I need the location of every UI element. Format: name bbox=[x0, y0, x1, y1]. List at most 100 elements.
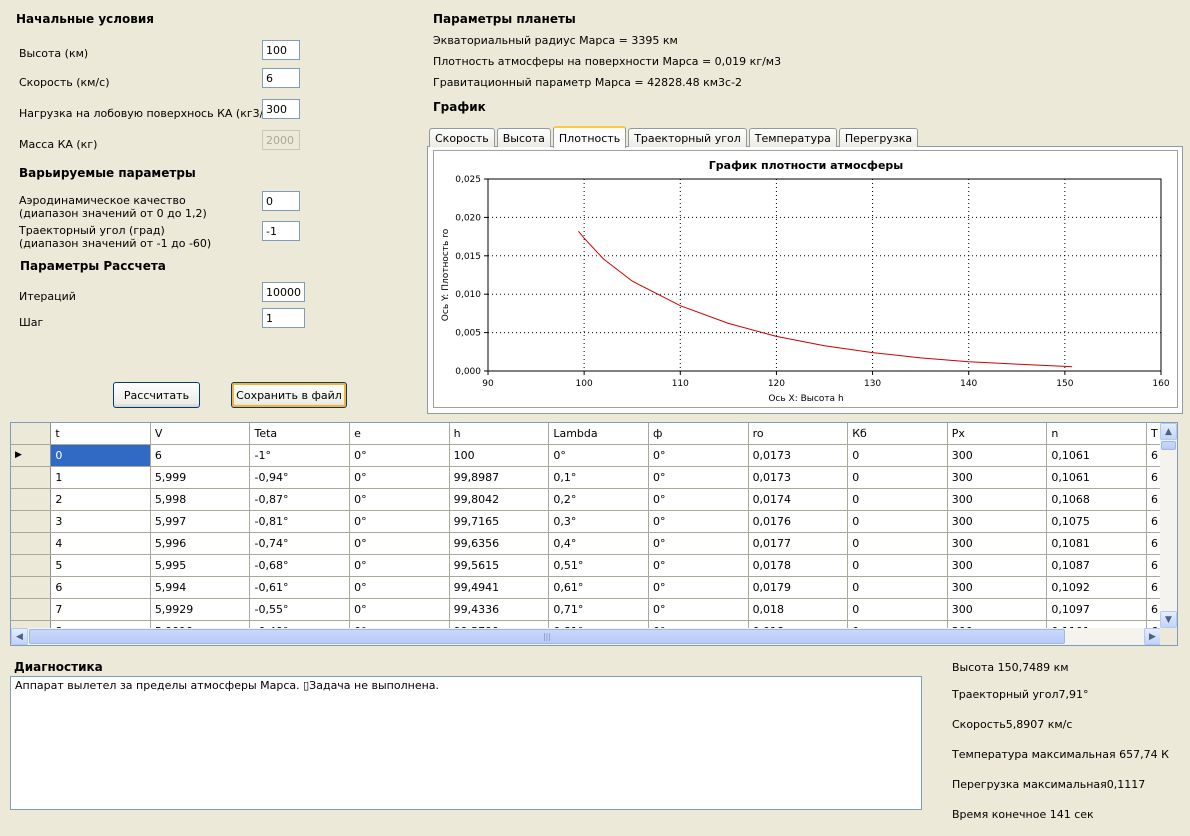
table-cell[interactable]: 0° bbox=[349, 444, 450, 467]
table-cell[interactable]: 300 bbox=[947, 576, 1048, 599]
table-cell[interactable]: 0° bbox=[349, 466, 450, 489]
table-cell[interactable]: 99,6356 bbox=[449, 532, 550, 555]
tab-density[interactable]: Плотность bbox=[552, 126, 627, 148]
table-cell[interactable]: 300 bbox=[947, 510, 1048, 533]
table-cell[interactable]: 0,1061 bbox=[1046, 466, 1147, 489]
speed-input[interactable] bbox=[262, 68, 300, 88]
tab-speed[interactable]: Скорость bbox=[429, 128, 495, 147]
table-cell[interactable]: 300 bbox=[947, 444, 1048, 467]
table-cell[interactable]: 0,1092 bbox=[1046, 576, 1147, 599]
table-cell[interactable]: 0° bbox=[648, 510, 749, 533]
table-cell[interactable]: 0,61° bbox=[548, 576, 650, 599]
table-row[interactable]: 2 5,998 -0,87° 0° 99,8042 0,2° 0° 0,0174 0 300 0,1… bbox=[11, 488, 1177, 511]
table-cell[interactable]: 100 bbox=[449, 444, 550, 467]
table-cell[interactable]: 0° bbox=[648, 598, 749, 621]
table-cell[interactable]: 3 bbox=[50, 510, 151, 533]
table-cell[interactable]: 0° bbox=[349, 510, 450, 533]
aero-quality-input[interactable] bbox=[262, 191, 300, 211]
scroll-right-icon[interactable]: ▶ bbox=[1144, 628, 1161, 645]
table-vertical-scrollbar[interactable]: ▲ ▼ bbox=[1160, 423, 1177, 628]
table-cell[interactable]: 0,1075 bbox=[1046, 510, 1147, 533]
column-header[interactable]: Кб bbox=[847, 423, 948, 445]
scroll-down-icon[interactable]: ▼ bbox=[1160, 611, 1177, 628]
row-header[interactable] bbox=[11, 576, 52, 599]
table-cell[interactable]: -0,68° bbox=[249, 554, 351, 577]
row-header[interactable] bbox=[11, 488, 52, 511]
table-cell[interactable]: 0,018 bbox=[748, 598, 849, 621]
column-header[interactable]: Teta bbox=[249, 423, 351, 445]
height-input[interactable] bbox=[262, 40, 300, 60]
table-cell[interactable]: 300 bbox=[947, 554, 1048, 577]
results-table[interactable]: t V Teta e h Lambda ф ro Кб Px n T ▶ 0 6 -1° 0° 100 0° 0° 0… bbox=[10, 422, 1178, 646]
table-horizontal-scrollbar[interactable]: ◀ ||| ▶ bbox=[11, 628, 1161, 645]
table-cell[interactable]: 0° bbox=[349, 488, 450, 511]
table-cell[interactable]: 0,0174 bbox=[748, 488, 849, 511]
table-cell[interactable]: 0 bbox=[847, 488, 948, 511]
table-cell[interactable]: 0° bbox=[648, 532, 749, 555]
column-header[interactable]: h bbox=[449, 423, 550, 445]
row-header[interactable] bbox=[11, 532, 52, 555]
table-cell[interactable]: 0° bbox=[648, 466, 749, 489]
table-row[interactable]: 5 5,995 -0,68° 0° 99,5615 0,51° 0° 0,0178 0 300 0,… bbox=[11, 554, 1177, 577]
horizontal-scroll-thumb[interactable]: ||| bbox=[29, 629, 1065, 644]
table-cell[interactable]: 0 bbox=[847, 444, 948, 467]
table-cell[interactable]: 0 bbox=[847, 510, 948, 533]
table-cell[interactable]: 0,0173 bbox=[748, 466, 849, 489]
table-cell[interactable]: 0 bbox=[847, 576, 948, 599]
table-cell[interactable]: 0° bbox=[349, 532, 450, 555]
table-cell[interactable]: -0,61° bbox=[249, 576, 351, 599]
table-cell[interactable]: 0 bbox=[847, 598, 948, 621]
table-cell[interactable]: 0 bbox=[50, 444, 151, 467]
table-cell[interactable]: 0,51° bbox=[548, 554, 650, 577]
table-cell[interactable]: -0,55° bbox=[249, 598, 351, 621]
table-cell[interactable]: 0,1087 bbox=[1046, 554, 1147, 577]
tab-trajectory-angle[interactable]: Траекторный угол bbox=[628, 128, 747, 147]
vertical-scroll-thumb[interactable] bbox=[1161, 441, 1176, 450]
table-cell[interactable]: 0,0173 bbox=[748, 444, 849, 467]
tab-overload[interactable]: Перегрузка bbox=[838, 128, 919, 147]
table-row[interactable]: 4 5,996 -0,74° 0° 99,6356 0,4° 0° 0,0177 0 300 0,1… bbox=[11, 532, 1177, 555]
table-cell[interactable]: 5,995 bbox=[150, 554, 251, 577]
table-cell[interactable]: 0° bbox=[349, 576, 450, 599]
table-cell[interactable]: 0° bbox=[548, 444, 650, 467]
table-cell[interactable]: -0,94° bbox=[249, 466, 351, 489]
column-header[interactable]: ro bbox=[748, 423, 849, 445]
table-cell[interactable]: 0,2° bbox=[548, 488, 650, 511]
table-cell[interactable]: 0,0176 bbox=[748, 510, 849, 533]
table-cell[interactable]: 0,0179 bbox=[748, 576, 849, 599]
table-cell[interactable]: 0,1061 bbox=[1046, 444, 1147, 467]
table-row[interactable]: 1 5,999 -0,94° 0° 99,8987 0,1° 0° 0,0173 0 300 0,1… bbox=[11, 466, 1177, 489]
table-cell[interactable]: 300 bbox=[947, 466, 1048, 489]
column-header[interactable]: Px bbox=[947, 423, 1048, 445]
table-cell[interactable]: 0,1081 bbox=[1046, 532, 1147, 555]
table-cell[interactable]: 0,0178 bbox=[748, 554, 849, 577]
row-header[interactable] bbox=[11, 510, 52, 533]
table-cell[interactable]: 5 bbox=[50, 554, 151, 577]
table-row[interactable]: 6 5,994 -0,61° 0° 99,4941 0,61° 0° 0,0179 0 300 0,… bbox=[11, 576, 1177, 599]
table-cell[interactable]: 6 bbox=[50, 576, 151, 599]
table-cell[interactable]: 5,9929 bbox=[150, 598, 251, 621]
table-cell[interactable]: -0,87° bbox=[249, 488, 351, 511]
column-header[interactable]: Lambda bbox=[548, 423, 650, 445]
table-cell[interactable]: 99,4336 bbox=[449, 598, 550, 621]
table-cell[interactable]: 0° bbox=[648, 554, 749, 577]
table-cell[interactable]: 0 bbox=[847, 532, 948, 555]
table-cell[interactable]: 5,994 bbox=[150, 576, 251, 599]
tab-height[interactable]: Высота bbox=[496, 128, 551, 147]
table-row[interactable]: ▶ 0 6 -1° 0° 100 0° 0° 0,0173 0 300 0,1061 6 bbox=[11, 444, 1177, 467]
table-cell[interactable]: 0,1097 bbox=[1046, 598, 1147, 621]
scroll-left-icon[interactable]: ◀ bbox=[11, 628, 28, 645]
table-cell[interactable]: -1° bbox=[249, 444, 351, 467]
row-header[interactable] bbox=[11, 554, 52, 577]
column-header[interactable]: V bbox=[150, 423, 251, 445]
table-cell[interactable]: 0° bbox=[349, 598, 450, 621]
table-cell[interactable]: 300 bbox=[947, 488, 1048, 511]
row-header[interactable] bbox=[11, 598, 52, 621]
table-cell[interactable]: 99,5615 bbox=[449, 554, 550, 577]
table-cell[interactable]: 5,996 bbox=[150, 532, 251, 555]
table-cell[interactable]: 5,998 bbox=[150, 488, 251, 511]
row-header[interactable] bbox=[11, 466, 52, 489]
table-cell[interactable]: 5,997 bbox=[150, 510, 251, 533]
save-to-file-button[interactable]: Сохранить в файл bbox=[231, 382, 347, 408]
scroll-up-icon[interactable]: ▲ bbox=[1160, 423, 1177, 440]
